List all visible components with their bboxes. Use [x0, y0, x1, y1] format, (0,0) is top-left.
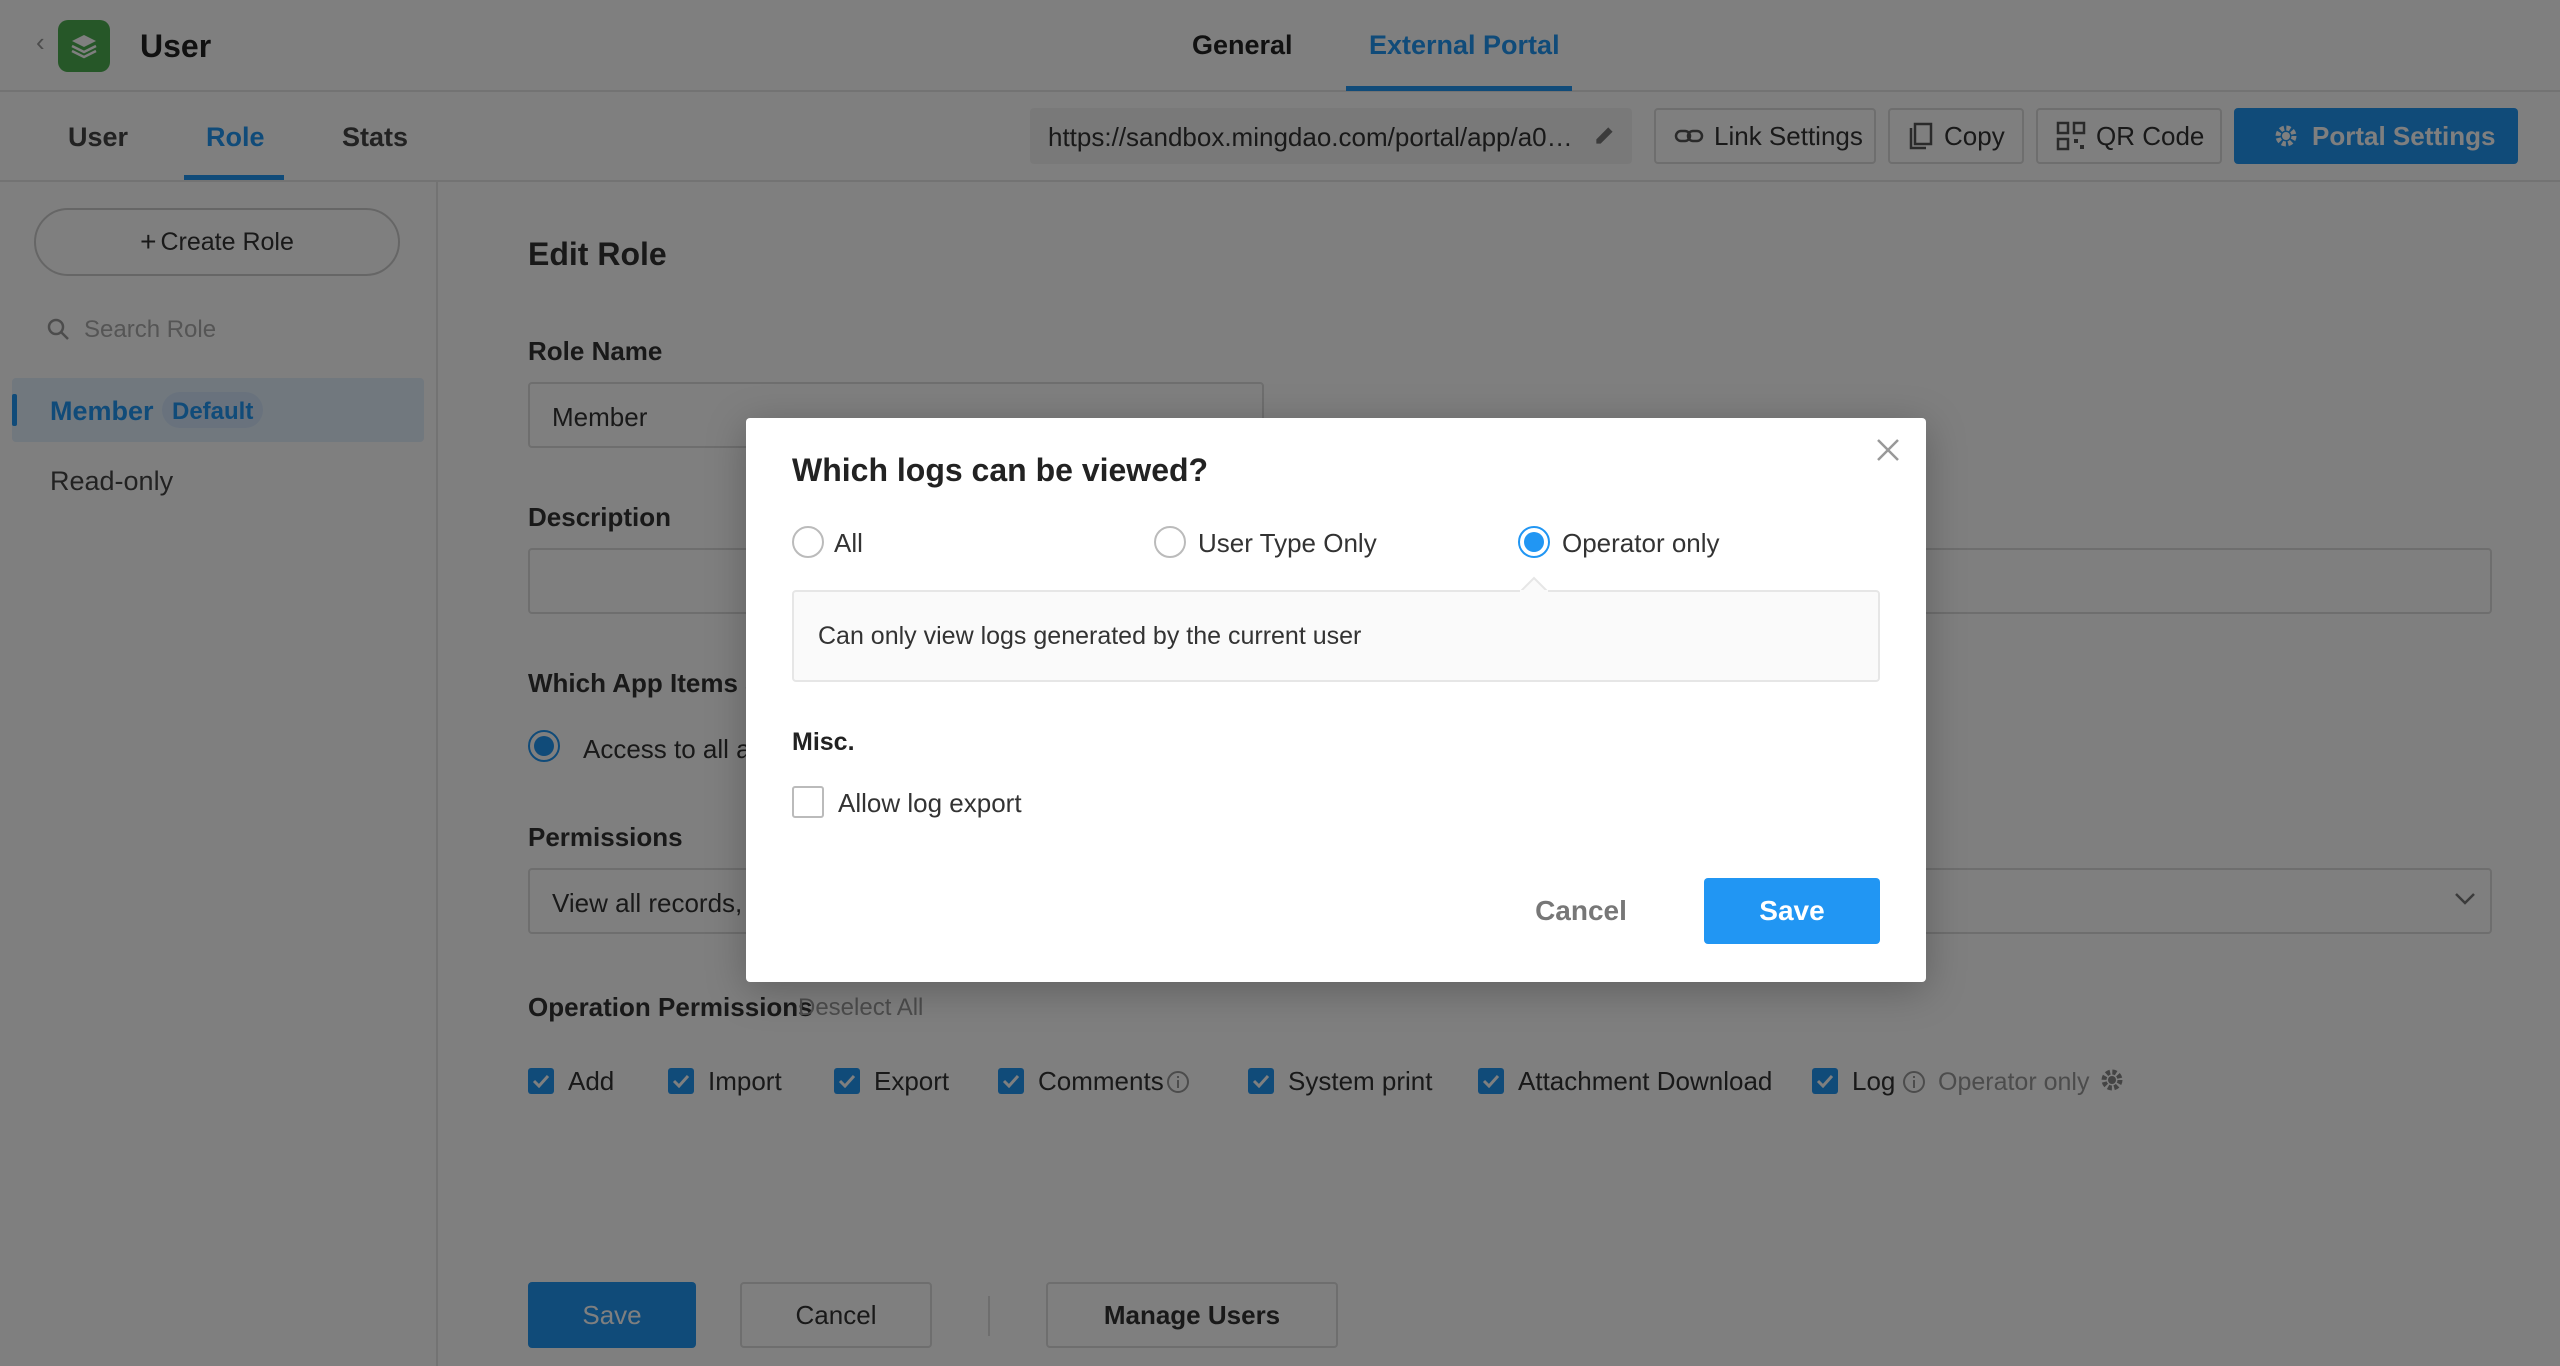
option-operator-radio[interactable]: [1518, 526, 1550, 558]
modal-save-button[interactable]: Save: [1704, 878, 1880, 944]
allow-export-checkbox[interactable]: [792, 786, 824, 818]
modal-cancel-button[interactable]: Cancel: [1506, 878, 1656, 944]
misc-label: Misc.: [792, 728, 855, 756]
option-operator-label: Operator only: [1562, 528, 1720, 558]
log-view-modal: Which logs can be viewed? All User Type …: [746, 418, 1926, 982]
option-user-type-radio[interactable]: [1154, 526, 1186, 558]
close-icon[interactable]: [1868, 430, 1908, 470]
option-all-label: All: [834, 528, 863, 558]
option-all-radio[interactable]: [792, 526, 824, 558]
option-user-type-label: User Type Only: [1198, 528, 1377, 558]
pointer-arrow: [1520, 576, 1548, 592]
option-description: Can only view logs generated by the curr…: [792, 590, 1880, 682]
modal-title: Which logs can be viewed?: [792, 452, 1209, 488]
allow-export-label: Allow log export: [838, 788, 1022, 818]
